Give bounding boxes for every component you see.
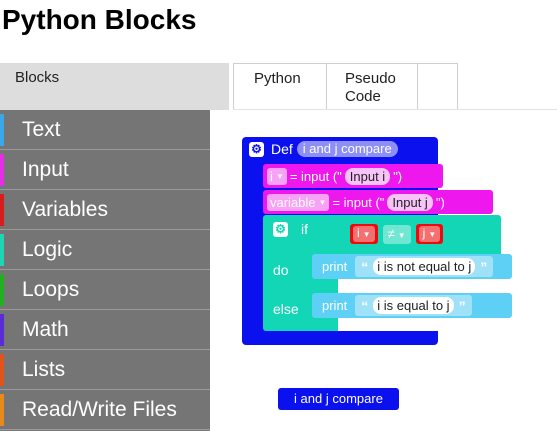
category-label: Input (22, 158, 69, 181)
input-assign-block-i[interactable]: i ▼ = input (" Input i ") (263, 164, 443, 188)
prompt-text-field[interactable]: Input i (344, 167, 391, 185)
chevron-down-icon: ▼ (318, 197, 327, 207)
function-call-block[interactable]: i and j compare (278, 388, 399, 410)
page-title: Python Blocks (2, 4, 197, 35)
if-keyword: if (301, 221, 308, 237)
input-assign-block-variable[interactable]: variable ▼ = input (" Input j ") (263, 190, 493, 214)
string-block[interactable]: “ i is equal to j ” (355, 295, 472, 316)
function-definition-footer (242, 335, 438, 345)
chevron-down-icon: ▼ (275, 171, 284, 181)
open-quote-icon: “ (361, 297, 369, 314)
gear-icon[interactable]: ⚙ (249, 141, 264, 157)
string-text-field[interactable]: i is not equal to j (373, 258, 476, 275)
do-keyword: do (273, 262, 289, 278)
toolbox-category-read-write-files[interactable]: Read/Write Files (0, 390, 210, 430)
category-color-swatch (0, 394, 4, 426)
string-block[interactable]: “ i is not equal to j ” (355, 256, 494, 277)
tab-python[interactable]: Python (233, 63, 327, 110)
category-color-swatch (0, 154, 4, 186)
variable-name: i (357, 226, 360, 240)
variable-name: j (422, 226, 426, 240)
print-block-not-equal[interactable]: print “ i is not equal to j ” (312, 254, 512, 279)
function-name-field[interactable]: i and j compare (296, 141, 398, 157)
variable-dropdown[interactable]: i ▼ (267, 167, 287, 185)
toolbox-category-lists[interactable]: Lists (0, 350, 210, 390)
string-text-field[interactable]: i is equal to j (373, 297, 454, 314)
print-keyword: print (322, 259, 348, 274)
toolbox-category-variables[interactable]: Variables (0, 190, 210, 230)
toolbox-category-math[interactable]: Math (0, 310, 210, 350)
operator-symbol: ≠ (387, 225, 395, 241)
open-quote-icon: “ (361, 258, 369, 275)
print-block-equal[interactable]: print “ i is equal to j ” (312, 293, 512, 318)
tab-bar: Python Pseudo Code (233, 63, 458, 110)
category-label: Math (22, 318, 69, 341)
chevron-down-icon: ▼ (428, 230, 437, 239)
variable-dropdown[interactable]: j ▼ (418, 226, 441, 242)
category-label: Logic (22, 238, 73, 261)
category-color-swatch (0, 274, 4, 306)
variable-dropdown[interactable]: i ▼ (353, 226, 375, 242)
variable-dropdown[interactable]: variable ▼ (267, 193, 330, 211)
category-color-swatch (0, 234, 4, 266)
input-call-label: = input (" (289, 168, 342, 184)
chevron-down-icon: ▼ (397, 230, 406, 240)
prompt-text-field[interactable]: Input j (387, 193, 433, 211)
close-quote-icon: ” (458, 297, 466, 314)
close-quote-icon: ” (480, 258, 488, 275)
input-close-label: ") (393, 168, 403, 184)
chevron-down-icon: ▼ (362, 230, 371, 239)
category-label: Read/Write Files (22, 398, 177, 421)
variable-block-j[interactable]: j ▼ (415, 224, 444, 244)
category-color-swatch (0, 314, 4, 346)
tab-blocks[interactable]: Blocks (0, 63, 229, 110)
tab-pseudo-line2: Code (345, 88, 381, 105)
blocks-workspace[interactable]: ⚙ Def i and j compare i ▼ = input (" Inpu… (210, 110, 557, 431)
operator-dropdown[interactable]: ≠ ▼ (382, 224, 411, 244)
def-keyword: Def (271, 141, 293, 157)
def-header: ⚙ Def i and j compare (249, 141, 398, 157)
toolbox-category-loops[interactable]: Loops (0, 270, 210, 310)
category-color-swatch (0, 114, 4, 146)
input-call-label: = input (" (332, 194, 385, 210)
variable-name: i (270, 168, 273, 184)
category-color-swatch (0, 194, 4, 226)
category-label: Lists (22, 358, 66, 381)
else-keyword: else (273, 301, 299, 317)
tab-pseudo-line1: Pseudo (345, 70, 396, 87)
category-label: Loops (22, 278, 80, 301)
variable-name: variable (270, 194, 316, 210)
toolbox-category-text[interactable]: Text (0, 110, 210, 150)
tab-empty (418, 63, 458, 110)
print-keyword: print (322, 298, 348, 313)
variable-block-i[interactable]: i ▼ (350, 224, 378, 244)
gear-icon[interactable]: ⚙ (273, 222, 288, 237)
input-close-label: ") (435, 194, 445, 210)
compare-block[interactable]: i ▼ ≠ ▼ j ▼ (347, 222, 459, 246)
toolbox: Text Input Variables Logic Loops Math Li… (0, 110, 210, 431)
tab-pseudo-code[interactable]: Pseudo Code (327, 63, 418, 110)
toolbox-category-logic[interactable]: Logic (0, 230, 210, 270)
category-color-swatch (0, 354, 4, 386)
toolbox-category-input[interactable]: Input (0, 150, 210, 190)
category-label: Variables (22, 198, 108, 221)
category-label: Text (22, 118, 61, 141)
